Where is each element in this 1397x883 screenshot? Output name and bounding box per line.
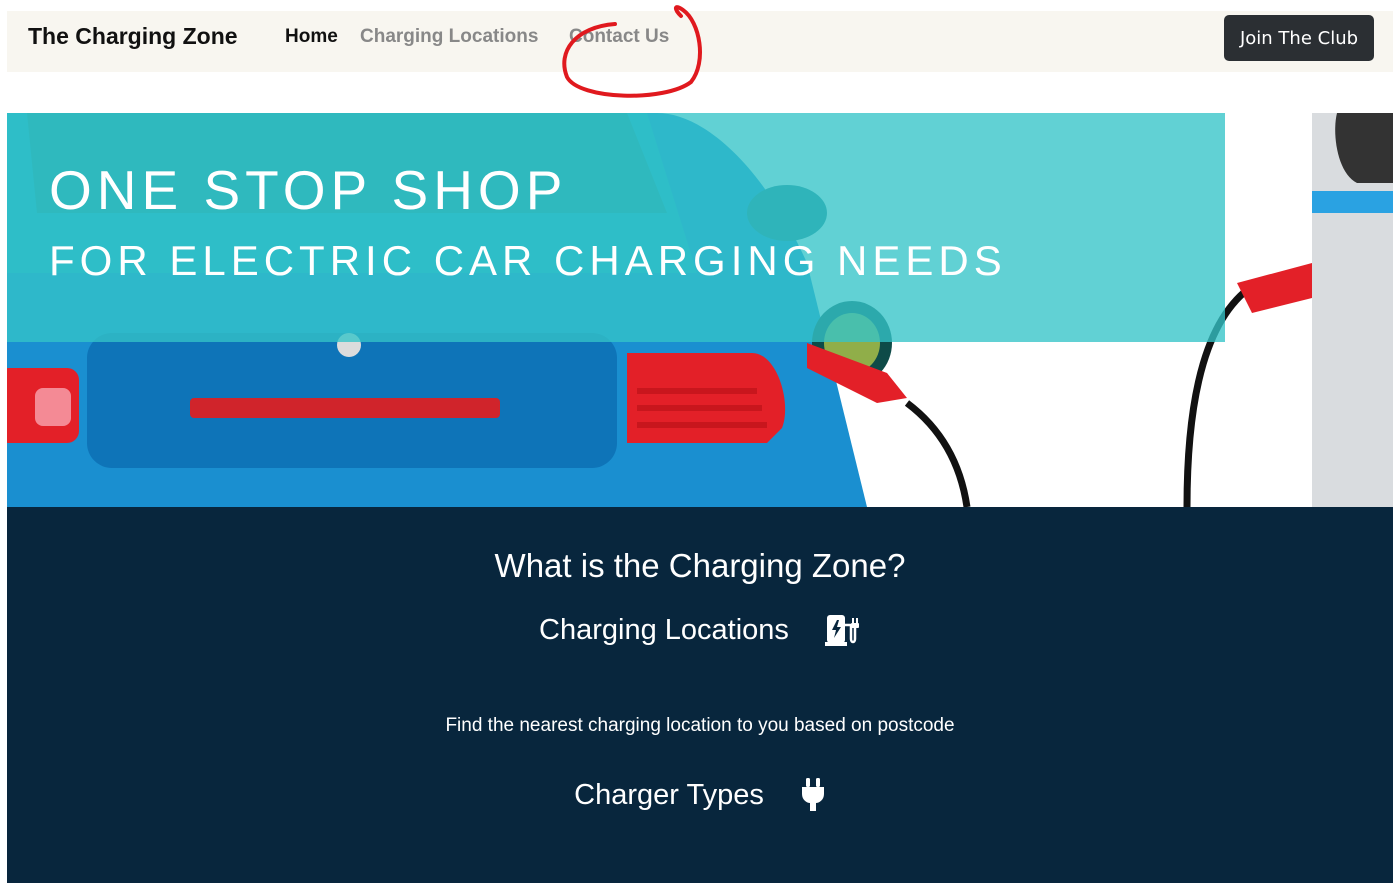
nav-link-charging-locations[interactable]: Charging Locations — [360, 26, 538, 48]
feature-description: Find the nearest charging location to yo… — [445, 715, 955, 736]
hero-banner-image: ONE STOP SHOP FOR ELECTRIC CAR CHARGING … — [7, 113, 1393, 507]
charging-station-icon — [824, 613, 861, 647]
feature-title: Charging Locations — [539, 613, 789, 646]
nav-link-home[interactable]: Home — [285, 26, 338, 48]
brand-logo[interactable]: The Charging Zone — [28, 23, 238, 50]
info-section: What is the Charging Zone? Charging Loca… — [7, 507, 1393, 883]
feature-title: Charger Types — [574, 778, 764, 811]
plug-icon — [800, 778, 826, 812]
hero-title: ONE STOP SHOP — [49, 159, 568, 221]
info-heading: What is the Charging Zone? — [494, 547, 906, 584]
hero-text-overlay: ONE STOP SHOP FOR ELECTRIC CAR CHARGING … — [7, 113, 1225, 342]
feature-charging-locations: Charging Locations — [7, 613, 1393, 647]
join-the-club-button[interactable]: Join The Club — [1224, 15, 1374, 61]
hero-subtitle: FOR ELECTRIC CAR CHARGING NEEDS — [49, 237, 1007, 284]
feature-charger-types: Charger Types — [7, 778, 1393, 812]
navbar: The Charging Zone Home Charging Location… — [7, 11, 1393, 72]
nav-link-contact-us[interactable]: Contact Us — [569, 26, 669, 48]
